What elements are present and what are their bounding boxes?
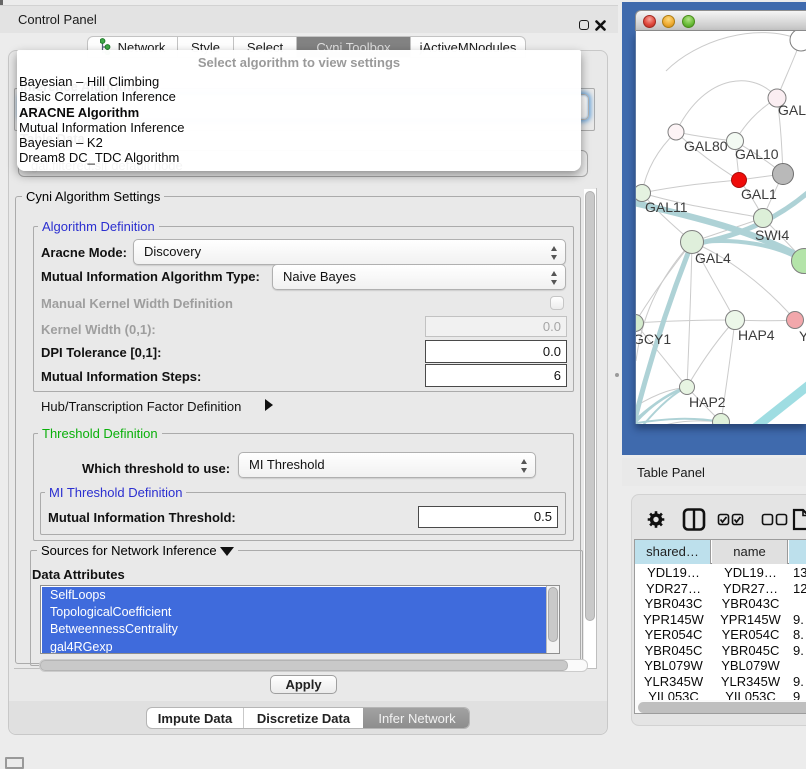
svg-text:GAL4: GAL4 <box>695 250 731 266</box>
svg-text:GAL80: GAL80 <box>684 138 728 154</box>
svg-text:GAL1: GAL1 <box>741 186 777 202</box>
svg-text:GAL7: GAL7 <box>778 102 806 118</box>
svg-text:SWI4: SWI4 <box>755 227 789 243</box>
svg-text:GCY1: GCY1 <box>636 331 671 347</box>
svg-text:GAL11: GAL11 <box>645 199 688 215</box>
svg-text:HAP4: HAP4 <box>738 327 775 343</box>
svg-text:GAL10: GAL10 <box>735 146 779 162</box>
svg-text:HAP2: HAP2 <box>689 394 726 410</box>
svg-text:YM: YM <box>799 328 806 344</box>
